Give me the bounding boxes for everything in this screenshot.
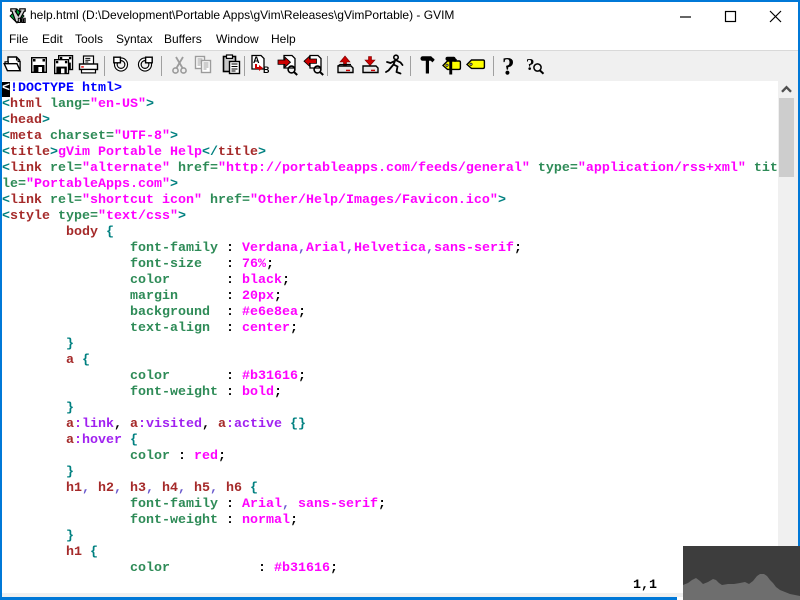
svg-text:B: B (263, 65, 270, 75)
svg-text:A: A (253, 55, 260, 65)
svg-text:?: ? (526, 55, 535, 74)
svg-text:?: ? (502, 55, 515, 76)
